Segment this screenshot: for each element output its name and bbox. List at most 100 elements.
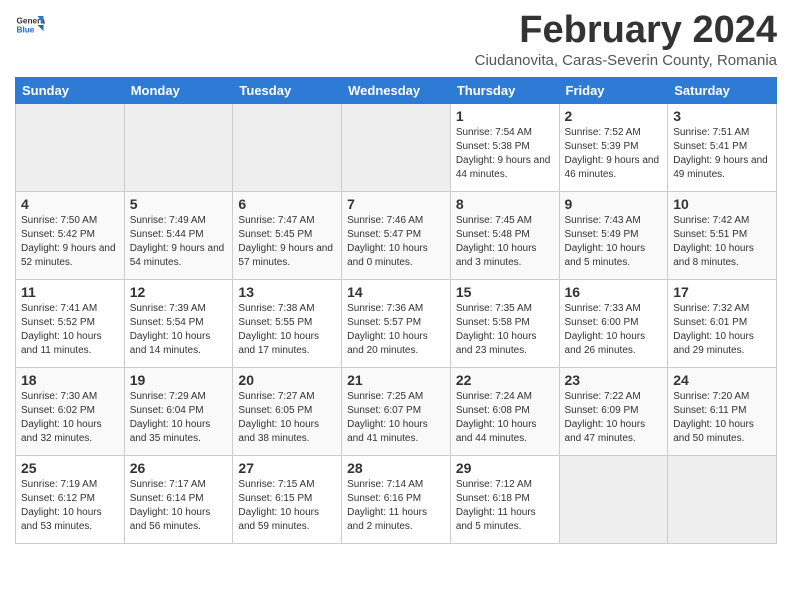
calendar-cell: 19Sunrise: 7:29 AMSunset: 6:04 PMDayligh… [124,367,233,455]
header-tuesday: Tuesday [233,77,342,103]
day-number: 16 [565,284,663,300]
day-info: Sunrise: 7:22 AMSunset: 6:09 PMDaylight:… [565,390,663,446]
day-info: Sunrise: 7:15 AMSunset: 6:15 PMDaylight:… [238,478,336,534]
calendar-week-5: 25 Sunrise: 7:19 AMSunset: 6:12 PMDayligh… [16,455,777,543]
day-info: Sunrise: 7:54 AMSunset: 5:38 PMDaylight:… [456,126,554,182]
calendar-body: 1 Sunrise: 7:54 AMSunset: 5:38 PMDaylight… [16,103,777,543]
page-header: General Blue February 2024 Ciudanovita, … [15,10,777,69]
calendar-cell: 23 Sunrise: 7:22 AMSunset: 6:09 PMDayligh… [559,367,668,455]
calendar-cell: 16 Sunrise: 7:33 AMSunset: 6:00 PMDayligh… [559,279,668,367]
calendar-cell [668,455,777,543]
calendar-week-3: 11Sunrise: 7:41 AMSunset: 5:52 PMDayligh… [16,279,777,367]
day-number: 6 [238,196,336,212]
day-number: 27 [238,460,336,476]
calendar-cell: 18 Sunrise: 7:30 AMSunset: 6:02 PMDayligh… [16,367,125,455]
calendar-cell: 25 Sunrise: 7:19 AMSunset: 6:12 PMDayligh… [16,455,125,543]
calendar-cell: 11Sunrise: 7:41 AMSunset: 5:52 PMDayligh… [16,279,125,367]
day-number: 14 [347,284,445,300]
day-info: Sunrise: 7:45 AMSunset: 5:48 PMDaylight:… [456,214,554,270]
day-number: 28 [347,460,445,476]
day-number: 21 [347,372,445,388]
calendar-week-2: 4Sunrise: 7:50 AMSunset: 5:42 PMDaylight… [16,191,777,279]
calendar-cell: 13 Sunrise: 7:38 AMSunset: 5:55 PMDayligh… [233,279,342,367]
calendar-cell: 14 Sunrise: 7:36 AMSunset: 5:57 PMDayligh… [342,279,451,367]
day-number: 15 [456,284,554,300]
calendar-cell [342,103,451,191]
day-number: 26 [130,460,228,476]
calendar-week-1: 1 Sunrise: 7:54 AMSunset: 5:38 PMDaylight… [16,103,777,191]
day-info: Sunrise: 7:14 AMSunset: 6:16 PMDaylight:… [347,478,445,534]
calendar-cell [559,455,668,543]
calendar-cell [16,103,125,191]
day-number: 10 [673,196,771,212]
day-number: 18 [21,372,119,388]
day-info: Sunrise: 7:19 AMSunset: 6:12 PMDaylight:… [21,478,119,534]
day-info: Sunrise: 7:12 AMSunset: 6:18 PMDaylight:… [456,478,554,534]
header-saturday: Saturday [668,77,777,103]
calendar-cell: 5Sunrise: 7:49 AMSunset: 5:44 PMDaylight… [124,191,233,279]
day-number: 29 [456,460,554,476]
day-number: 19 [130,372,228,388]
day-number: 11 [21,284,119,300]
header-thursday: Thursday [450,77,559,103]
calendar-cell: 12Sunrise: 7:39 AMSunset: 5:54 PMDayligh… [124,279,233,367]
day-info: Sunrise: 7:36 AMSunset: 5:57 PMDaylight:… [347,302,445,358]
day-number: 1 [456,108,554,124]
calendar-subtitle: Ciudanovita, Caras-Severin County, Roman… [475,52,777,69]
calendar-cell: 4Sunrise: 7:50 AMSunset: 5:42 PMDaylight… [16,191,125,279]
calendar-cell: 10 Sunrise: 7:42 AMSunset: 5:51 PMDayligh… [668,191,777,279]
day-info: Sunrise: 7:52 AMSunset: 5:39 PMDaylight:… [565,126,663,182]
calendar-table: Sunday Monday Tuesday Wednesday Thursday… [15,77,777,544]
day-number: 23 [565,372,663,388]
calendar-cell: 27 Sunrise: 7:15 AMSunset: 6:15 PMDayligh… [233,455,342,543]
calendar-cell: 7 Sunrise: 7:46 AMSunset: 5:47 PMDaylight… [342,191,451,279]
day-number: 25 [21,460,119,476]
day-info: Sunrise: 7:51 AMSunset: 5:41 PMDaylight:… [673,126,771,182]
calendar-week-4: 18 Sunrise: 7:30 AMSunset: 6:02 PMDayligh… [16,367,777,455]
day-number: 17 [673,284,771,300]
calendar-cell [233,103,342,191]
logo-icon: General Blue [15,10,45,40]
calendar-cell: 9 Sunrise: 7:43 AMSunset: 5:49 PMDaylight… [559,191,668,279]
day-info: Sunrise: 7:33 AMSunset: 6:00 PMDaylight:… [565,302,663,358]
day-info: Sunrise: 7:38 AMSunset: 5:55 PMDaylight:… [238,302,336,358]
day-number: 13 [238,284,336,300]
logo: General Blue [15,10,45,40]
svg-text:Blue: Blue [17,26,35,35]
day-number: 22 [456,372,554,388]
day-number: 9 [565,196,663,212]
header-wednesday: Wednesday [342,77,451,103]
day-number: 20 [238,372,336,388]
day-info: Sunrise: 7:27 AMSunset: 6:05 PMDaylight:… [238,390,336,446]
day-info: Sunrise: 7:42 AMSunset: 5:51 PMDaylight:… [673,214,771,270]
day-info: Sunrise: 7:30 AMSunset: 6:02 PMDaylight:… [21,390,119,446]
day-info: Sunrise: 7:39 AMSunset: 5:54 PMDaylight:… [130,302,228,358]
day-number: 7 [347,196,445,212]
calendar-cell: 1 Sunrise: 7:54 AMSunset: 5:38 PMDaylight… [450,103,559,191]
calendar-cell: 17 Sunrise: 7:32 AMSunset: 6:01 PMDayligh… [668,279,777,367]
calendar-cell: 3 Sunrise: 7:51 AMSunset: 5:41 PMDaylight… [668,103,777,191]
weekday-header-row: Sunday Monday Tuesday Wednesday Thursday… [16,77,777,103]
day-number: 3 [673,108,771,124]
header-sunday: Sunday [16,77,125,103]
calendar-cell: 8 Sunrise: 7:45 AMSunset: 5:48 PMDaylight… [450,191,559,279]
title-section: February 2024 Ciudanovita, Caras-Severin… [475,10,777,69]
day-number: 24 [673,372,771,388]
day-info: Sunrise: 7:24 AMSunset: 6:08 PMDaylight:… [456,390,554,446]
day-number: 8 [456,196,554,212]
calendar-cell: 22 Sunrise: 7:24 AMSunset: 6:08 PMDayligh… [450,367,559,455]
day-info: Sunrise: 7:46 AMSunset: 5:47 PMDaylight:… [347,214,445,270]
day-info: Sunrise: 7:25 AMSunset: 6:07 PMDaylight:… [347,390,445,446]
calendar-title: February 2024 [475,10,777,52]
calendar-cell: 26 Sunrise: 7:17 AMSunset: 6:14 PMDayligh… [124,455,233,543]
day-number: 5 [130,196,228,212]
day-number: 2 [565,108,663,124]
day-info: Sunrise: 7:17 AMSunset: 6:14 PMDaylight:… [130,478,228,534]
calendar-cell: 2 Sunrise: 7:52 AMSunset: 5:39 PMDaylight… [559,103,668,191]
day-info: Sunrise: 7:35 AMSunset: 5:58 PMDaylight:… [456,302,554,358]
day-info: Sunrise: 7:43 AMSunset: 5:49 PMDaylight:… [565,214,663,270]
calendar-cell [124,103,233,191]
header-friday: Friday [559,77,668,103]
day-info: Sunrise: 7:20 AMSunset: 6:11 PMDaylight:… [673,390,771,446]
day-info: Sunrise: 7:32 AMSunset: 6:01 PMDaylight:… [673,302,771,358]
